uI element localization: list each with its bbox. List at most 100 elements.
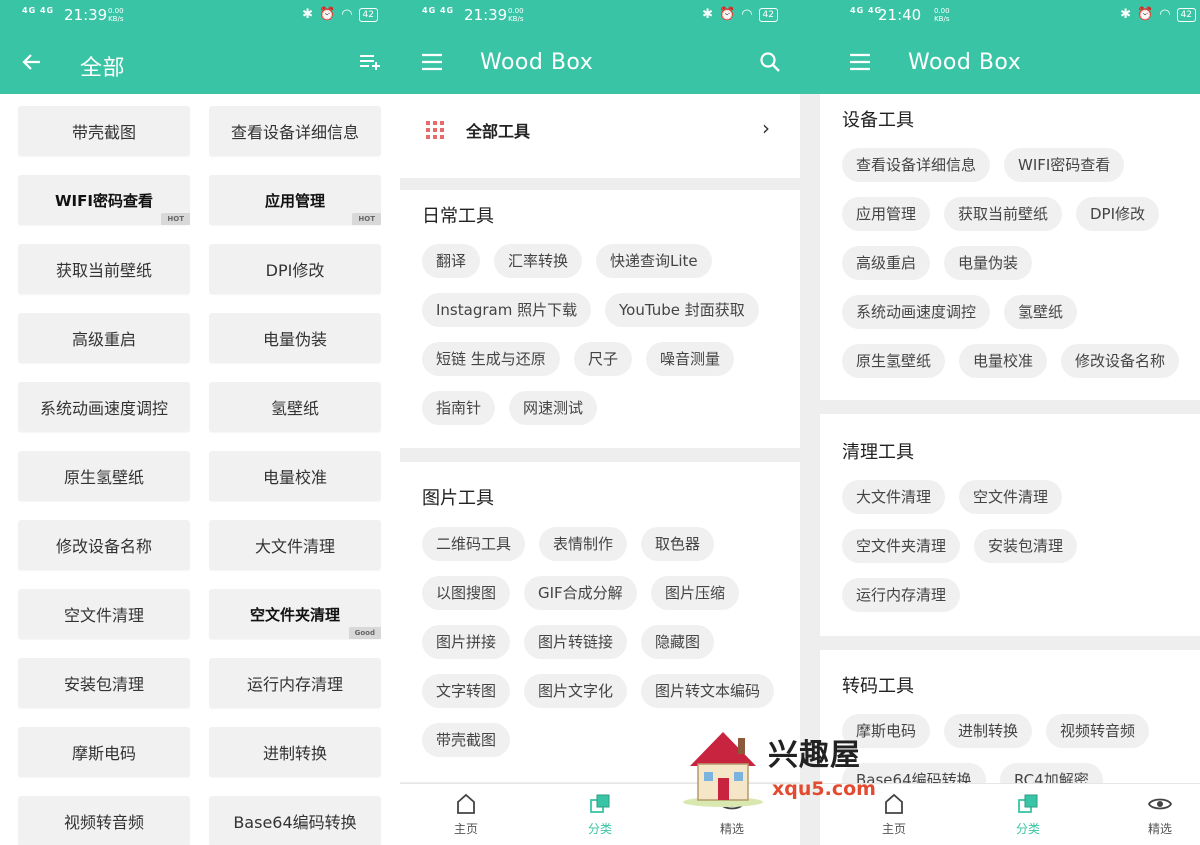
- tool-chip[interactable]: 图片转链接: [524, 625, 628, 659]
- tool-tile[interactable]: 摩斯电码: [18, 727, 190, 777]
- tool-chip[interactable]: 视频转音频: [1046, 714, 1150, 748]
- tool-chip[interactable]: 二维码工具: [422, 527, 526, 561]
- tool-chip[interactable]: 修改设备名称: [1061, 344, 1180, 378]
- tool-chip[interactable]: 图片转文本编码: [641, 674, 775, 708]
- tool-chip[interactable]: 查看设备详细信息: [842, 148, 991, 182]
- tool-tile[interactable]: DPI修改: [209, 244, 381, 294]
- tool-chip[interactable]: 指南针: [422, 391, 496, 425]
- nav-categories[interactable]: 分类: [560, 792, 640, 837]
- nav-home[interactable]: 主页: [426, 792, 506, 837]
- tool-chip[interactable]: 文字转图: [422, 674, 511, 708]
- back-arrow-icon[interactable]: [20, 50, 44, 74]
- tool-badge: HOT: [161, 213, 190, 225]
- add-to-list-icon[interactable]: [358, 50, 382, 74]
- search-icon[interactable]: [758, 50, 782, 74]
- tool-tile[interactable]: 修改设备名称: [18, 520, 190, 570]
- tool-chip[interactable]: 高级重启: [842, 246, 931, 280]
- tool-tile[interactable]: 安装包清理: [18, 658, 190, 708]
- watermark-url: xqu5.com: [772, 778, 876, 800]
- tool-chip[interactable]: YouTube 封面获取: [605, 293, 759, 327]
- tool-chip[interactable]: 快递查询Lite: [596, 244, 712, 278]
- tool-chip[interactable]: 表情制作: [539, 527, 628, 561]
- category-icon: [590, 794, 610, 813]
- tool-chip[interactable]: 以图搜图: [422, 576, 511, 610]
- tool-chip[interactable]: 原生氢壁纸: [842, 344, 946, 378]
- tool-tile[interactable]: 原生氢壁纸: [18, 451, 190, 501]
- tool-tile[interactable]: 空文件清理: [18, 589, 190, 639]
- tool-chip[interactable]: 翻译: [422, 244, 481, 278]
- tool-tile[interactable]: 视频转音频: [18, 796, 190, 845]
- tool-chip[interactable]: 图片拼接: [422, 625, 511, 659]
- tool-tile[interactable]: 空文件夹清理 Good: [209, 589, 381, 639]
- tool-tile-label: 大文件清理: [254, 537, 335, 556]
- tool-tile[interactable]: 查看设备详细信息: [209, 106, 381, 156]
- tool-tile-label: 修改设备名称: [55, 537, 152, 556]
- nav-categories[interactable]: 分类: [988, 792, 1068, 837]
- tool-tile-label: 氢壁纸: [270, 399, 319, 418]
- tool-tile[interactable]: 系统动画速度调控: [18, 382, 190, 432]
- apps-grid-icon: [426, 121, 444, 139]
- tool-chip[interactable]: WIFI密码查看: [1004, 148, 1125, 182]
- tool-chip[interactable]: 获取当前壁纸: [944, 197, 1063, 231]
- tool-chip[interactable]: 带壳截图: [422, 723, 511, 757]
- tool-chip[interactable]: 进制转换: [944, 714, 1033, 748]
- tool-chip[interactable]: 图片压缩: [651, 576, 740, 610]
- tool-chip[interactable]: 空文件夹清理: [842, 529, 961, 563]
- tool-chip[interactable]: GIF合成分解: [524, 576, 637, 610]
- tool-tile-label: DPI修改: [265, 261, 325, 280]
- tool-chip[interactable]: 运行内存清理: [842, 578, 961, 612]
- tool-tile[interactable]: 应用管理 HOT: [209, 175, 381, 225]
- tool-chip[interactable]: 取色器: [641, 527, 715, 561]
- signal-icon: 4G 4G: [22, 6, 55, 15]
- tool-tile[interactable]: 高级重启: [18, 313, 190, 363]
- watermark-text: 兴趣屋: [768, 738, 861, 773]
- tool-tile-label: 应用管理: [264, 191, 325, 210]
- tool-tile[interactable]: 进制转换: [209, 727, 381, 777]
- clock: 21:40: [878, 6, 922, 24]
- tool-chip[interactable]: 尺子: [574, 342, 633, 376]
- tool-tile[interactable]: 大文件清理: [209, 520, 381, 570]
- tool-tile-label: WIFI密码查看: [55, 191, 153, 210]
- categories-screen: 4G 4G 21:39 0.00 KB/s ✱ ⏰ ◠ 42 Wood Box 全…: [400, 0, 800, 845]
- tool-chip[interactable]: 安装包清理: [974, 529, 1078, 563]
- tool-chip[interactable]: 网速测试: [509, 391, 598, 425]
- app-title: Wood Box: [480, 50, 594, 75]
- chevron-right-icon: ›: [762, 116, 770, 140]
- nav-featured[interactable]: 精选: [1120, 792, 1200, 837]
- tool-tile-label: 获取当前壁纸: [55, 261, 152, 280]
- tool-chip[interactable]: 图片文字化: [524, 674, 628, 708]
- tool-chip[interactable]: 氢壁纸: [1004, 295, 1078, 329]
- tool-chip[interactable]: 空文件清理: [959, 480, 1063, 514]
- tool-chip[interactable]: 大文件清理: [842, 480, 946, 514]
- tool-chip[interactable]: 短链 生成与还原: [422, 342, 560, 376]
- net-speed: 0.00 KB/s: [508, 7, 524, 23]
- tool-chip[interactable]: 系统动画速度调控: [842, 295, 991, 329]
- tool-chip[interactable]: 噪音测量: [646, 342, 735, 376]
- tool-tile[interactable]: 带壳截图: [18, 106, 190, 156]
- tool-tile[interactable]: 运行内存清理: [209, 658, 381, 708]
- clock: 21:39: [64, 6, 108, 24]
- tool-tile[interactable]: 氢壁纸: [209, 382, 381, 432]
- tool-tile[interactable]: 电量校准: [209, 451, 381, 501]
- tool-tile[interactable]: 电量伪装: [209, 313, 381, 363]
- tool-chip[interactable]: DPI修改: [1076, 197, 1160, 231]
- tool-chip[interactable]: Instagram 照片下载: [422, 293, 592, 327]
- tool-chip[interactable]: 电量校准: [959, 344, 1048, 378]
- status-bar: 4G 4G 21:39 0.00 KB/s ✱ ⏰ ◠ 42: [400, 0, 800, 32]
- tool-chip[interactable]: 应用管理: [842, 197, 931, 231]
- tool-chip[interactable]: 电量伪装: [944, 246, 1033, 280]
- tool-tile[interactable]: WIFI密码查看 HOT: [18, 175, 190, 225]
- bluetooth-icon: ✱: [702, 7, 714, 22]
- all-tools-entry[interactable]: 全部工具 ›: [400, 94, 800, 178]
- menu-icon[interactable]: [848, 50, 872, 74]
- tool-chip[interactable]: 汇率转换: [494, 244, 583, 278]
- tool-tile[interactable]: Base64编码转换: [209, 796, 381, 845]
- menu-icon[interactable]: [420, 50, 444, 74]
- tool-chip[interactable]: 隐藏图: [641, 625, 715, 659]
- tool-tile-label: 电量伪装: [262, 330, 327, 349]
- category-icon: [1018, 794, 1038, 813]
- tool-tile[interactable]: 获取当前壁纸: [18, 244, 190, 294]
- wifi-icon: ◠: [1159, 7, 1171, 22]
- page-title: 全部: [80, 56, 126, 81]
- tool-tile-label: 进制转换: [262, 744, 327, 763]
